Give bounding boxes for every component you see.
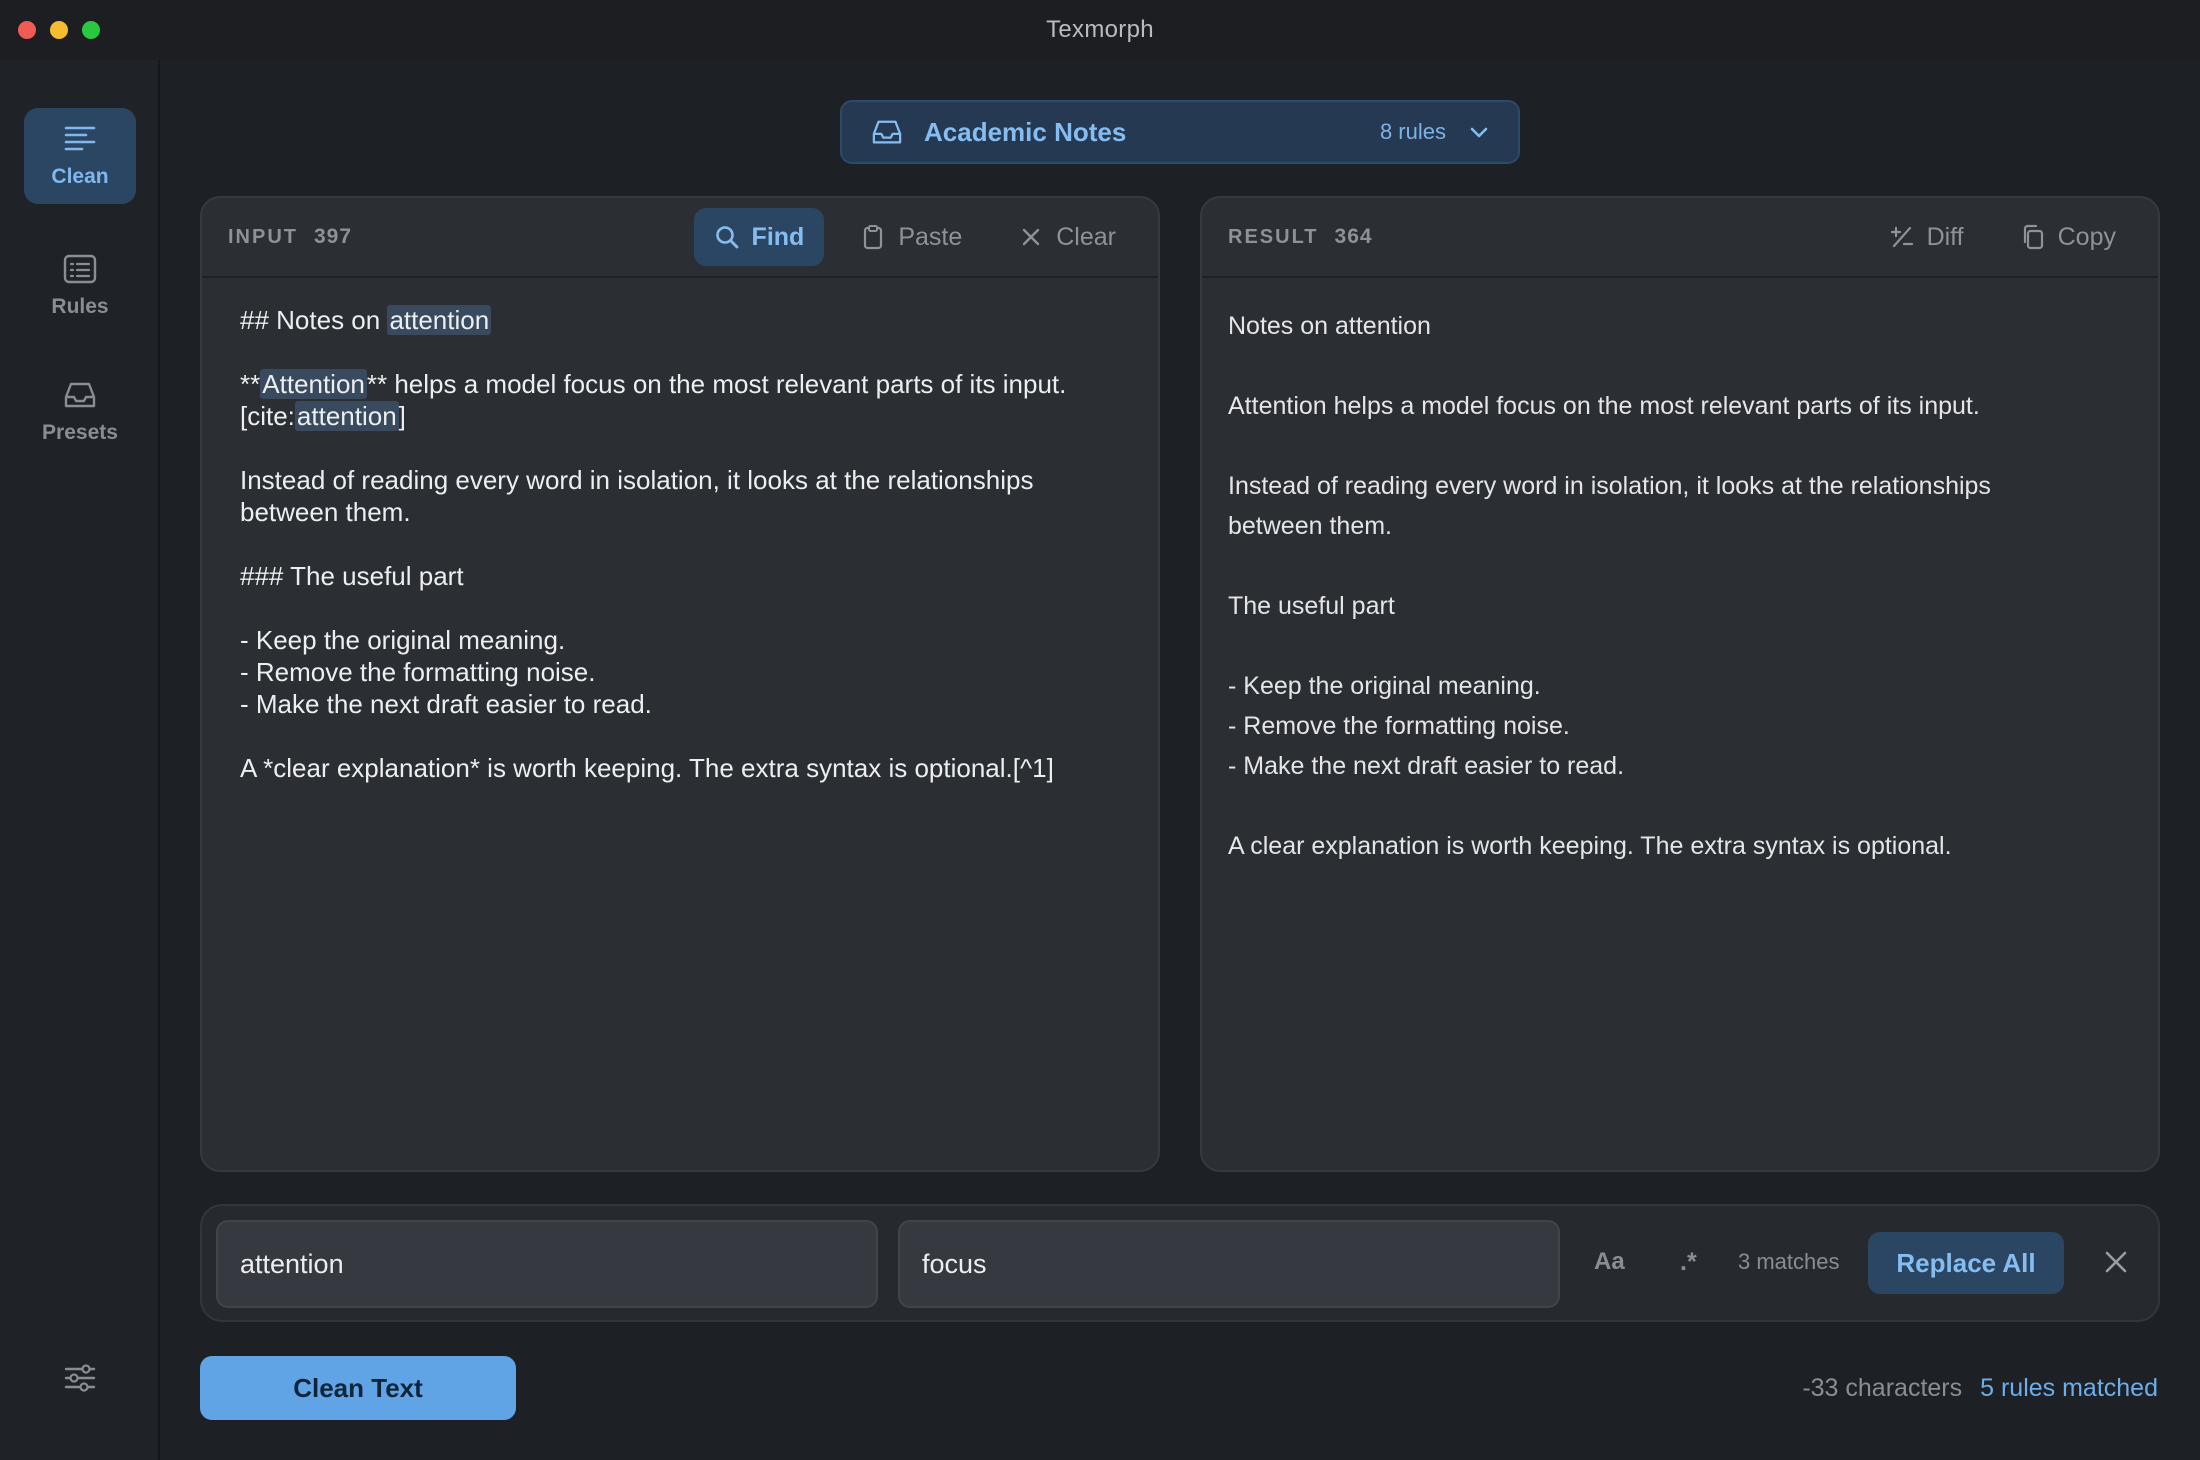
lines-icon xyxy=(64,126,96,151)
input-text-segment: ## Notes on xyxy=(240,305,388,335)
regex-toggle[interactable]: .* xyxy=(1680,1248,1697,1277)
input-paragraph: **Attention** helps a model focus on the… xyxy=(240,368,1120,432)
result-paragraph: Attention helps a model focus on the mos… xyxy=(1228,392,1980,420)
result-actions: Diff Copy xyxy=(1869,208,2136,266)
input-paragraph: A *clear explanation* is worth keeping. … xyxy=(240,752,1120,784)
paste-button[interactable]: Paste xyxy=(840,208,982,266)
close-icon xyxy=(1023,228,1040,246)
copy-icon xyxy=(2023,224,2043,250)
input-text-segment: ] xyxy=(398,401,406,431)
clean-text-button[interactable]: Clean Text xyxy=(200,1356,516,1420)
sidebar-item-clean[interactable]: Clean xyxy=(24,108,136,204)
result-panel: RESULT 364 Diff Copy Notes on attention … xyxy=(1200,196,2160,1172)
preset-name: Academic Notes xyxy=(924,116,1127,147)
input-panel-header: INPUT 397 Find Paste Clear xyxy=(202,198,1158,278)
close-icon[interactable] xyxy=(2102,1248,2130,1276)
diff-button[interactable]: Diff xyxy=(1869,208,1984,266)
input-text-segment: A *clear explanation* is worth keeping. … xyxy=(240,753,1054,783)
match-case-toggle[interactable]: Aa xyxy=(1594,1248,1625,1276)
paste-button-label: Paste xyxy=(898,222,963,251)
clipboard-icon xyxy=(864,225,883,250)
find-input-value: attention xyxy=(240,1248,344,1279)
sidebar: Clean Rules Presets xyxy=(0,60,160,1460)
input-label: INPUT xyxy=(228,225,298,248)
match-count: 3 matches xyxy=(1738,1249,1840,1274)
result-paragraph: Instead of reading every word in isolati… xyxy=(1228,472,1991,540)
preset-rule-count: 8 rules xyxy=(1379,119,1446,144)
preset-selector[interactable]: Academic Notes 8 rules xyxy=(840,100,1520,164)
list-icon xyxy=(63,254,97,284)
rules-matched-link[interactable]: 5 rules matched xyxy=(1980,1374,2158,1403)
search-match-highlight: Attention xyxy=(260,369,367,399)
chevron-down-icon xyxy=(1470,127,1488,138)
diff-icon xyxy=(1890,226,1913,248)
result-panel-header: RESULT 364 Diff Copy xyxy=(1202,198,2158,278)
window-controls xyxy=(18,21,100,39)
result-paragraph: The useful part xyxy=(1228,592,1395,620)
input-text-segment: - Keep the original meaning. - Remove th… xyxy=(240,625,652,719)
input-text-segment: ** xyxy=(240,369,261,399)
status-summary: -33 characters 5 rules matched xyxy=(1802,1374,2158,1403)
input-actions: Find Paste Clear xyxy=(693,208,1136,266)
close-window-button[interactable] xyxy=(18,21,36,39)
result-char-count: 364 xyxy=(1334,225,1373,248)
inbox-icon xyxy=(64,382,96,408)
window-title: Texmorph xyxy=(1046,16,1154,43)
input-text-segment: Instead of reading every word in isolati… xyxy=(240,465,1034,527)
input-paragraph: ## Notes on attention xyxy=(240,304,1120,336)
copy-button-label: Copy xyxy=(2057,222,2116,251)
replace-all-button[interactable]: Replace All xyxy=(1868,1232,2064,1294)
sidebar-item-presets[interactable]: Presets xyxy=(24,364,136,460)
input-panel: INPUT 397 Find Paste Clear ## Notes on a… xyxy=(200,196,1160,1172)
search-match-highlight: attention xyxy=(294,401,399,431)
input-char-count: 397 xyxy=(314,225,353,248)
result-label: RESULT xyxy=(1228,225,1319,248)
sidebar-item-label: Clean xyxy=(51,165,109,188)
find-button-label: Find xyxy=(751,222,805,251)
input-text-segment: ### The useful part xyxy=(240,561,464,591)
result-paragraph: A clear explanation is worth keeping. Th… xyxy=(1228,832,1952,860)
result-text-area: Notes on attention Attention helps a mod… xyxy=(1202,278,2158,934)
replace-input-value: focus xyxy=(922,1248,987,1279)
clear-button[interactable]: Clear xyxy=(998,208,1136,266)
sidebar-item-rules[interactable]: Rules xyxy=(24,238,136,334)
sliders-icon[interactable] xyxy=(62,1360,98,1396)
replace-input[interactable]: focus xyxy=(898,1220,1560,1308)
search-icon xyxy=(715,226,738,249)
zoom-window-button[interactable] xyxy=(82,21,100,39)
find-button[interactable]: Find xyxy=(693,208,825,266)
app-window: Texmorph Clean Rules Presets Academic No… xyxy=(0,0,2200,1460)
input-paragraph: ### The useful part xyxy=(240,560,1120,592)
title-bar: Texmorph xyxy=(0,0,2200,60)
diff-button-label: Diff xyxy=(1926,222,1964,251)
result-paragraph: Notes on attention xyxy=(1228,312,1431,340)
clear-button-label: Clear xyxy=(1056,222,1116,251)
minimize-window-button[interactable] xyxy=(50,21,68,39)
input-text-area[interactable]: ## Notes on attention **Attention** helps… xyxy=(202,278,1158,842)
result-paragraph: - Keep the original meaning. - Remove th… xyxy=(1228,672,1625,780)
find-input[interactable]: attention xyxy=(216,1220,878,1308)
sidebar-item-label: Rules xyxy=(51,295,109,318)
input-paragraph: - Keep the original meaning. - Remove th… xyxy=(240,624,1120,720)
character-delta: -33 characters xyxy=(1802,1374,1963,1402)
search-match-highlight: attention xyxy=(387,305,492,335)
input-paragraph: Instead of reading every word in isolati… xyxy=(240,464,1120,528)
copy-button[interactable]: Copy xyxy=(2000,208,2136,266)
sidebar-item-label: Presets xyxy=(42,421,118,444)
inbox-icon xyxy=(872,120,902,144)
find-replace-bar: attention focus Aa .* 3 matches Replace … xyxy=(200,1204,2160,1322)
